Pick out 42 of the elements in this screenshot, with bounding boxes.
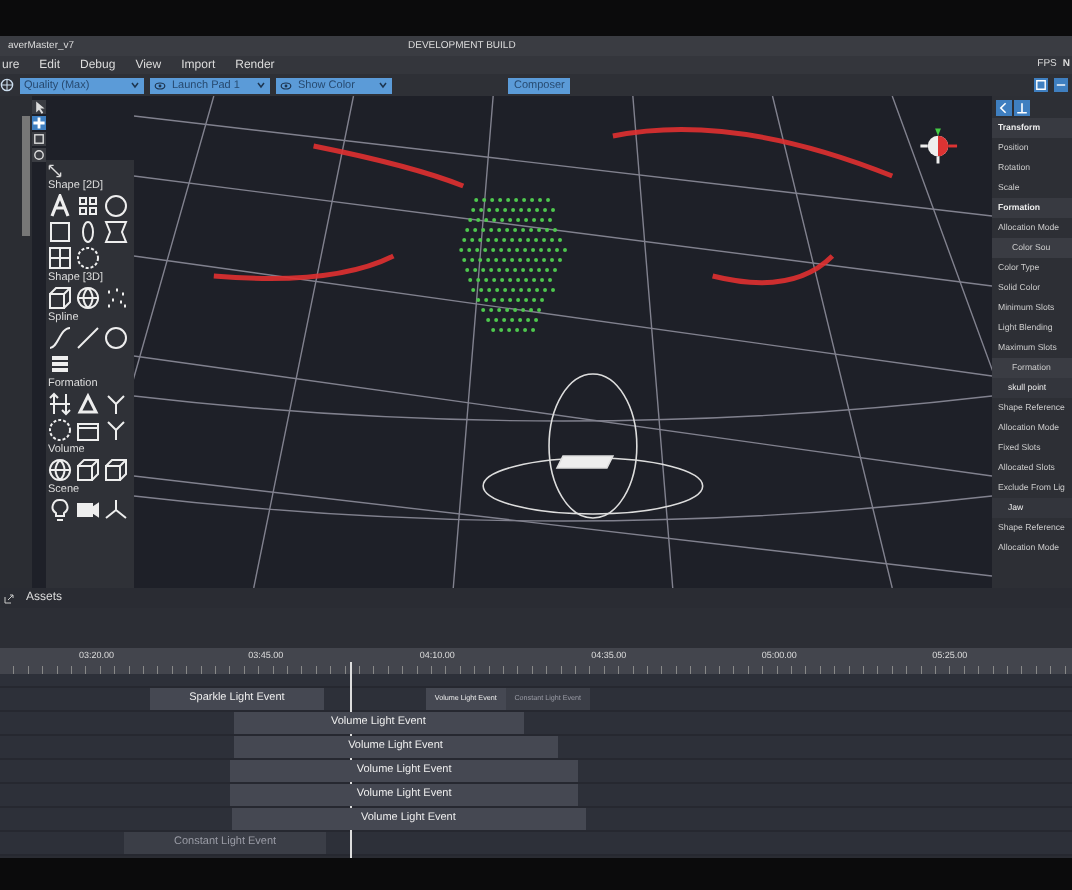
caret-icon [378,80,388,90]
plus-icon[interactable] [32,116,46,130]
back-icon[interactable] [996,100,1012,116]
eye-icon [154,79,166,91]
globe-icon[interactable] [0,78,14,92]
ellipse-icon[interactable] [76,220,100,244]
scrollbar[interactable] [22,116,30,236]
dots-icon[interactable] [104,286,128,310]
caret-icon [130,80,140,90]
external-link-icon[interactable] [4,593,14,603]
3d-viewport-drawing[interactable] [134,96,992,588]
layout-icon[interactable] [1034,78,1048,92]
circle-icon[interactable] [104,326,128,350]
resize-icon[interactable] [48,164,62,178]
layout-icon[interactable] [1054,78,1068,92]
fork-icon[interactable] [104,392,128,416]
scale-icon[interactable] [32,132,46,146]
orientation-gizmo-icon[interactable] [916,124,960,168]
curve-icon[interactable] [48,326,72,350]
frame-icon[interactable] [104,220,128,244]
box-icon[interactable] [76,418,100,442]
square-icon[interactable] [48,220,72,244]
pointer-icon[interactable] [32,100,46,114]
triangle-icon[interactable] [76,392,100,416]
rotate-icon[interactable] [32,148,46,162]
dotted-circle-icon[interactable] [48,418,72,442]
letter-a-icon[interactable] [48,194,72,218]
dotted-circle-icon[interactable] [76,246,100,270]
fork-icon[interactable] [104,418,128,442]
pin-icon[interactable] [1014,100,1030,116]
window-icon[interactable] [48,246,72,270]
axes-icon[interactable] [104,498,128,522]
arrows-icon[interactable] [48,392,72,416]
camera-icon[interactable] [76,498,100,522]
cube-icon[interactable] [104,458,128,482]
circle-icon[interactable] [104,194,128,218]
cube-icon[interactable] [48,286,72,310]
cube-icon[interactable] [76,458,100,482]
caret-icon [256,80,266,90]
grid-icon[interactable] [76,194,100,218]
line-icon[interactable] [76,326,100,350]
stack-icon[interactable] [48,352,72,376]
